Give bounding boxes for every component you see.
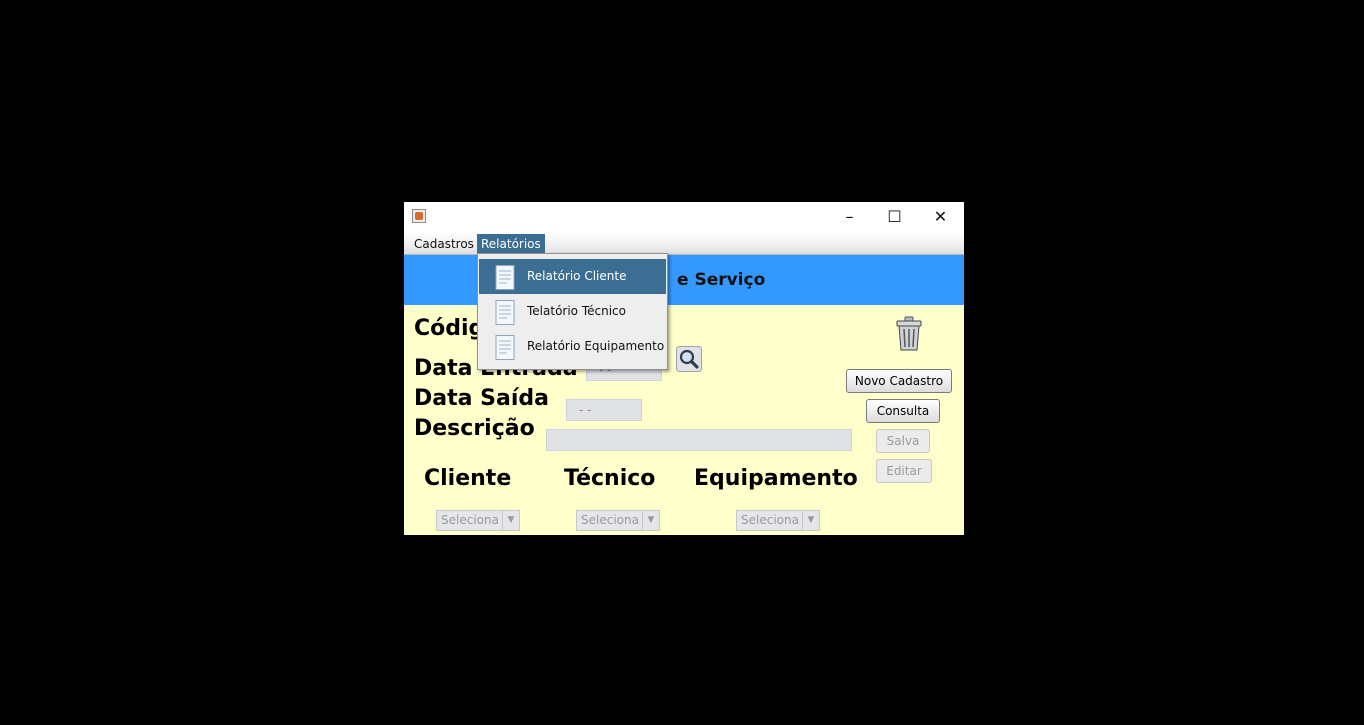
- chevron-down-icon[interactable]: ▼: [802, 511, 819, 530]
- consulta-button[interactable]: Consulta: [866, 399, 940, 423]
- relatorios-dropdown: Relatório Cliente Telatório Técnico Rela…: [477, 253, 668, 370]
- menu-relatorios[interactable]: Relatórios: [477, 234, 545, 254]
- menu-item-label: Relatório Cliente: [527, 269, 627, 283]
- menu-item-relatorio-cliente[interactable]: Relatório Cliente: [479, 259, 666, 294]
- tecnico-label: Técnico: [564, 466, 656, 491]
- maximize-button[interactable]: ☐: [872, 202, 917, 232]
- minimize-icon: –: [845, 207, 854, 226]
- menu-item-relatorio-tecnico[interactable]: Telatório Técnico: [479, 294, 666, 329]
- menu-bar: Cadastros Relatórios: [404, 232, 964, 255]
- report-document-icon: [495, 300, 515, 325]
- chevron-down-icon[interactable]: ▼: [642, 511, 659, 530]
- novo-cadastro-button[interactable]: Novo Cadastro: [846, 369, 952, 393]
- cliente-label: Cliente: [424, 466, 512, 491]
- close-button[interactable]: ✕: [918, 202, 963, 232]
- menu-cadastros[interactable]: Cadastros: [410, 234, 478, 254]
- page-title-text: e Serviço: [677, 270, 766, 290]
- equipamento-label: Equipamento: [694, 466, 858, 491]
- data-saida-field[interactable]: - -: [566, 399, 642, 421]
- menu-item-relatorio-equipamento[interactable]: Relatório Equipamento: [479, 329, 666, 364]
- tecnico-select-value: Seleciona: [581, 513, 639, 527]
- menu-item-label: Telatório Técnico: [527, 304, 626, 318]
- cliente-select[interactable]: Seleciona ▼: [436, 510, 520, 531]
- chevron-down-icon[interactable]: ▼: [502, 511, 519, 530]
- close-icon: ✕: [933, 207, 948, 226]
- descricao-label: Descrição: [414, 416, 535, 441]
- equipamento-select-value: Seleciona: [741, 513, 799, 527]
- cliente-select-value: Seleciona: [441, 513, 499, 527]
- data-saida-label: Data Saída: [414, 386, 549, 411]
- maximize-icon: ☐: [887, 207, 902, 226]
- title-bar: – ☐ ✕: [404, 202, 964, 232]
- java-app-icon: [412, 209, 426, 223]
- trash-icon: [896, 316, 922, 351]
- descricao-field[interactable]: [546, 429, 852, 451]
- menu-item-label: Relatório Equipamento: [527, 339, 665, 353]
- codigo-label: Códig: [414, 316, 485, 341]
- editar-button[interactable]: Editar: [876, 459, 932, 483]
- salva-button[interactable]: Salva: [876, 429, 930, 453]
- report-document-icon: [495, 265, 515, 290]
- delete-button[interactable]: [895, 316, 923, 352]
- report-document-icon: [495, 335, 515, 360]
- minimize-button[interactable]: –: [827, 202, 872, 232]
- equipamento-select[interactable]: Seleciona ▼: [736, 510, 820, 531]
- search-button[interactable]: [676, 346, 702, 372]
- search-icon: [676, 346, 702, 372]
- tecnico-select[interactable]: Seleciona ▼: [576, 510, 660, 531]
